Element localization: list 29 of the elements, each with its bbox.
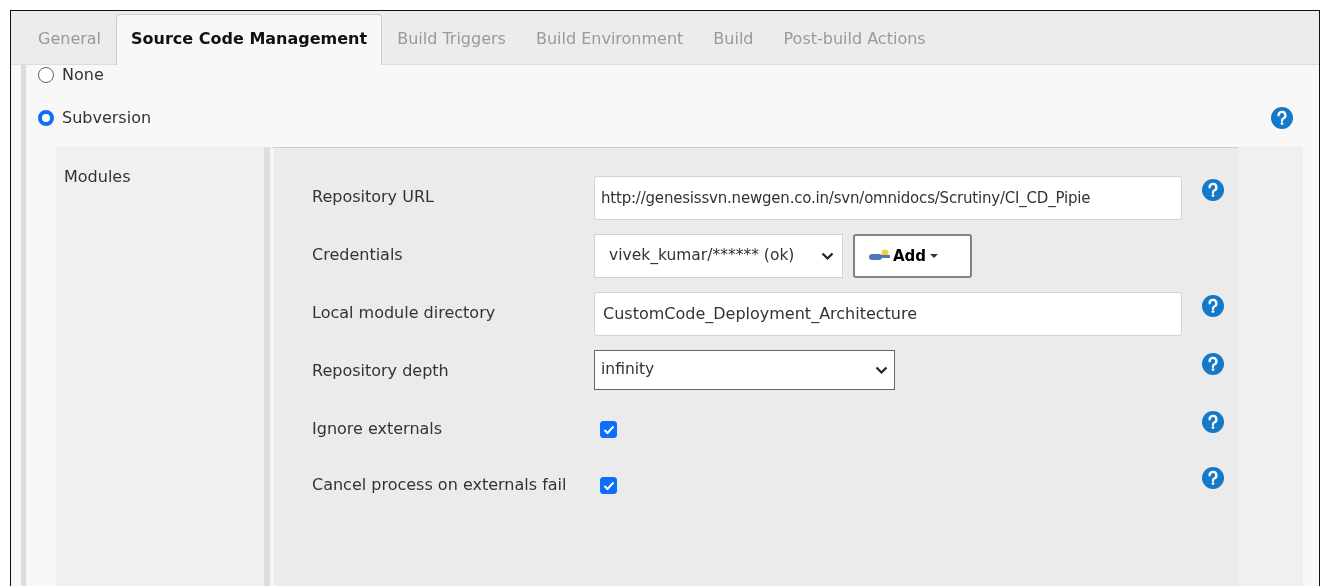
option-label: None	[62, 64, 104, 86]
key-icon	[869, 249, 891, 263]
chevron-icon	[821, 251, 834, 261]
radio-button[interactable]	[38, 110, 54, 126]
checkbox[interactable]	[600, 477, 617, 494]
help-icon[interactable]	[1202, 352, 1224, 375]
input-field[interactable]: CustomCode_Deployment_Architecture	[594, 292, 1182, 336]
field-label: Cancel process on externals fail	[312, 474, 568, 496]
caret-icon	[928, 252, 941, 260]
field-label: Repository URL	[312, 186, 435, 208]
field-label: Repository depth	[312, 360, 450, 382]
add-button[interactable]: Add	[853, 234, 972, 278]
chevron-icon	[875, 365, 888, 375]
radio-button[interactable]	[38, 67, 54, 83]
help-icon[interactable]	[1271, 107, 1293, 129]
help-icon[interactable]	[1202, 294, 1224, 317]
field-label: Credentials	[312, 244, 404, 266]
tab[interactable]: Source Code Management	[116, 14, 383, 65]
field-label: Ignore externals	[312, 418, 444, 440]
checkbox[interactable]	[600, 421, 617, 438]
help-icon[interactable]	[1202, 178, 1224, 201]
input-field[interactable]: http://genesissvn.newgen.co.in/svn/omnidocs/Scrutiny/CI_CD_Pipie	[594, 176, 1182, 220]
help-icon[interactable]	[1202, 466, 1224, 489]
depth-select[interactable]: infinity	[594, 350, 895, 390]
section-label: Modules	[63, 166, 132, 188]
field-label: Local module directory	[312, 302, 497, 324]
credentials-select[interactable]: vivek_kumar/****** (ok)	[594, 234, 843, 278]
help-icon[interactable]	[1202, 410, 1224, 433]
option-label: Subversion	[62, 107, 152, 129]
